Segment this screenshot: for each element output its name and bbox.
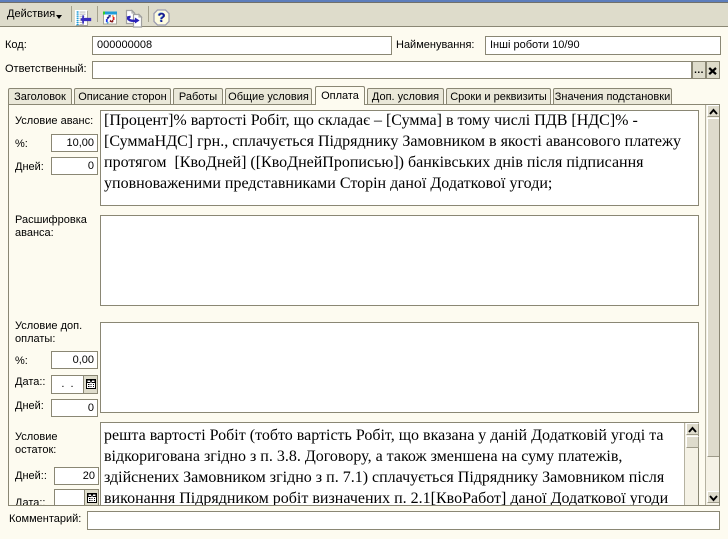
svg-text:?: ? xyxy=(158,10,166,25)
